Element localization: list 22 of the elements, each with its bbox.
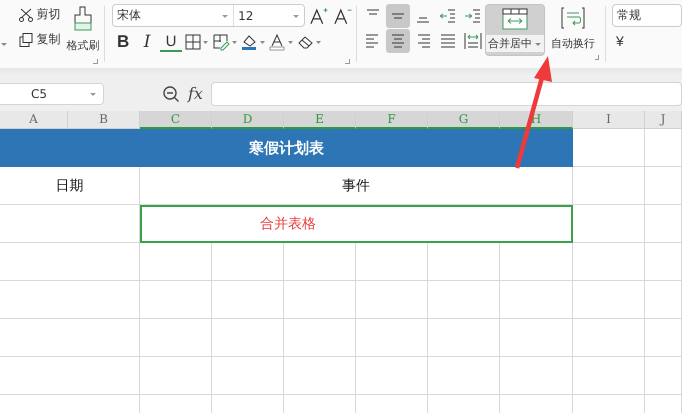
format-painter-button[interactable]: 格式刷: [66, 4, 100, 68]
number-format-dropdown[interactable]: 常规: [612, 4, 682, 27]
bold-button[interactable]: B: [112, 31, 134, 53]
font-size-dropdown[interactable]: 12: [234, 5, 304, 26]
name-box[interactable]: C5: [0, 82, 104, 104]
column-header[interactable]: J: [645, 111, 682, 129]
table-cell: 事件: [140, 167, 573, 205]
font-name-dropdown[interactable]: 宋体: [113, 5, 234, 26]
column-header[interactable]: B: [68, 111, 140, 129]
underline-button[interactable]: U: [160, 32, 182, 52]
italic-button[interactable]: I: [136, 31, 158, 53]
table-title: 寒假计划表: [0, 129, 573, 167]
cut-button[interactable]: 剪切: [18, 4, 61, 25]
column-header[interactable]: A: [0, 111, 68, 129]
function-button[interactable]: fx: [188, 84, 203, 103]
merge-center-button[interactable]: 合并居中: [484, 4, 545, 56]
selected-cell[interactable]: 合并表格: [140, 205, 573, 243]
table-cell: 日期: [0, 167, 140, 205]
column-header[interactable]: I: [573, 111, 645, 129]
wrap-text-button[interactable]: 自动换行: [548, 4, 597, 68]
currency-button[interactable]: ¥: [612, 33, 636, 49]
copy-button[interactable]: 复制: [18, 29, 61, 50]
